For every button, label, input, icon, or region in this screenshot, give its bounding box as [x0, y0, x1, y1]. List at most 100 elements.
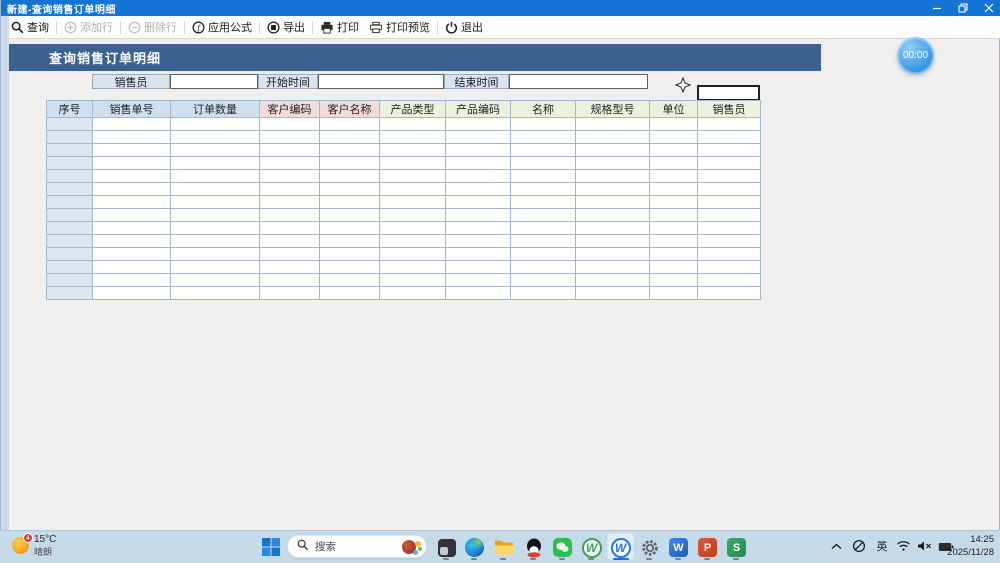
table-cell[interactable] [320, 261, 380, 274]
print-button[interactable]: 打印 [315, 17, 364, 37]
table-cell[interactable] [446, 287, 511, 300]
table-cell[interactable] [511, 287, 576, 300]
table-cell[interactable] [171, 209, 260, 222]
table-cell[interactable] [650, 144, 698, 157]
table-cell[interactable] [320, 170, 380, 183]
table-cell[interactable] [511, 274, 576, 287]
table-cell[interactable] [511, 248, 576, 261]
table-cell[interactable] [650, 131, 698, 144]
table-cell[interactable] [650, 235, 698, 248]
table-cell[interactable] [698, 157, 761, 170]
table-cell[interactable] [698, 131, 761, 144]
table-cell[interactable] [171, 157, 260, 170]
table-cell[interactable] [576, 183, 650, 196]
task-view-icon[interactable] [436, 537, 457, 558]
table-cell[interactable] [47, 118, 93, 131]
table-cell[interactable] [380, 196, 446, 209]
table-cell[interactable] [260, 131, 320, 144]
table-cell[interactable] [446, 196, 511, 209]
table-cell[interactable] [650, 222, 698, 235]
table-cell[interactable] [47, 170, 93, 183]
table-cell[interactable] [511, 157, 576, 170]
qq-icon[interactable] [523, 537, 544, 558]
table-cell[interactable] [576, 209, 650, 222]
table-cell[interactable] [698, 235, 761, 248]
table-cell[interactable] [576, 222, 650, 235]
table-cell[interactable] [511, 118, 576, 131]
table-cell[interactable] [698, 248, 761, 261]
table-cell[interactable] [446, 261, 511, 274]
table-cell[interactable] [93, 287, 171, 300]
table-cell[interactable] [576, 287, 650, 300]
col-header[interactable]: 产品编码 [446, 101, 511, 118]
table-cell[interactable] [260, 157, 320, 170]
table-cell[interactable] [47, 144, 93, 157]
table-cell[interactable] [380, 209, 446, 222]
start-button[interactable] [261, 537, 281, 557]
table-cell[interactable] [260, 261, 320, 274]
table-cell[interactable] [380, 118, 446, 131]
table-cell[interactable] [446, 118, 511, 131]
table-cell[interactable] [171, 118, 260, 131]
table-cell[interactable] [698, 118, 761, 131]
table-cell[interactable] [446, 235, 511, 248]
table-cell[interactable] [650, 157, 698, 170]
table-cell[interactable] [650, 118, 698, 131]
table-cell[interactable] [260, 170, 320, 183]
table-cell[interactable] [47, 287, 93, 300]
table-cell[interactable] [698, 222, 761, 235]
timer-badge[interactable]: 00:00 [897, 37, 934, 74]
col-header[interactable]: 产品类型 [380, 101, 446, 118]
table-cell[interactable] [650, 248, 698, 261]
table-cell[interactable] [47, 248, 93, 261]
wps-sheet-icon[interactable]: S [726, 537, 747, 558]
table-cell[interactable] [171, 287, 260, 300]
table-cell[interactable] [576, 261, 650, 274]
col-header[interactable]: 规格型号 [576, 101, 650, 118]
table-cell[interactable] [698, 261, 761, 274]
table-cell[interactable] [320, 235, 380, 248]
table-cell[interactable] [93, 274, 171, 287]
table-cell[interactable] [93, 170, 171, 183]
print-preview-button[interactable]: 打印预览 [364, 17, 435, 37]
table-cell[interactable] [47, 209, 93, 222]
weather-widget[interactable]: 4 15°C 晴朗 [12, 534, 56, 558]
start-time-input[interactable] [318, 74, 444, 89]
table-cell[interactable] [446, 157, 511, 170]
table-cell[interactable] [380, 170, 446, 183]
add-row-button[interactable]: 添加行 [59, 17, 118, 37]
table-cell[interactable] [260, 222, 320, 235]
table-cell[interactable] [380, 287, 446, 300]
table-cell[interactable] [93, 144, 171, 157]
table-cell[interactable] [47, 183, 93, 196]
table-cell[interactable] [650, 170, 698, 183]
table-cell[interactable] [446, 274, 511, 287]
table-cell[interactable] [576, 235, 650, 248]
table-cell[interactable] [511, 235, 576, 248]
table-cell[interactable] [171, 235, 260, 248]
table-cell[interactable] [650, 261, 698, 274]
table-cell[interactable] [47, 196, 93, 209]
end-time-input[interactable] [509, 74, 648, 89]
table-cell[interactable] [171, 274, 260, 287]
table-cell[interactable] [576, 196, 650, 209]
taskbar-clock[interactable]: 14:25 2025/11/28 [930, 534, 994, 560]
word-icon[interactable]: W [668, 537, 689, 558]
table-cell[interactable] [320, 157, 380, 170]
table-cell[interactable] [446, 144, 511, 157]
tray-chevron-up-icon[interactable] [828, 538, 844, 554]
table-cell[interactable] [380, 144, 446, 157]
table-cell[interactable] [171, 170, 260, 183]
table-cell[interactable] [380, 131, 446, 144]
table-cell[interactable] [511, 261, 576, 274]
table-cell[interactable] [320, 196, 380, 209]
table-cell[interactable] [93, 183, 171, 196]
table-cell[interactable] [260, 118, 320, 131]
table-cell[interactable] [380, 222, 446, 235]
table-cell[interactable] [446, 248, 511, 261]
table-cell[interactable] [446, 170, 511, 183]
table-cell[interactable] [320, 274, 380, 287]
table-cell[interactable] [576, 118, 650, 131]
exit-button[interactable]: 退出 [440, 17, 488, 37]
table-cell[interactable] [171, 131, 260, 144]
